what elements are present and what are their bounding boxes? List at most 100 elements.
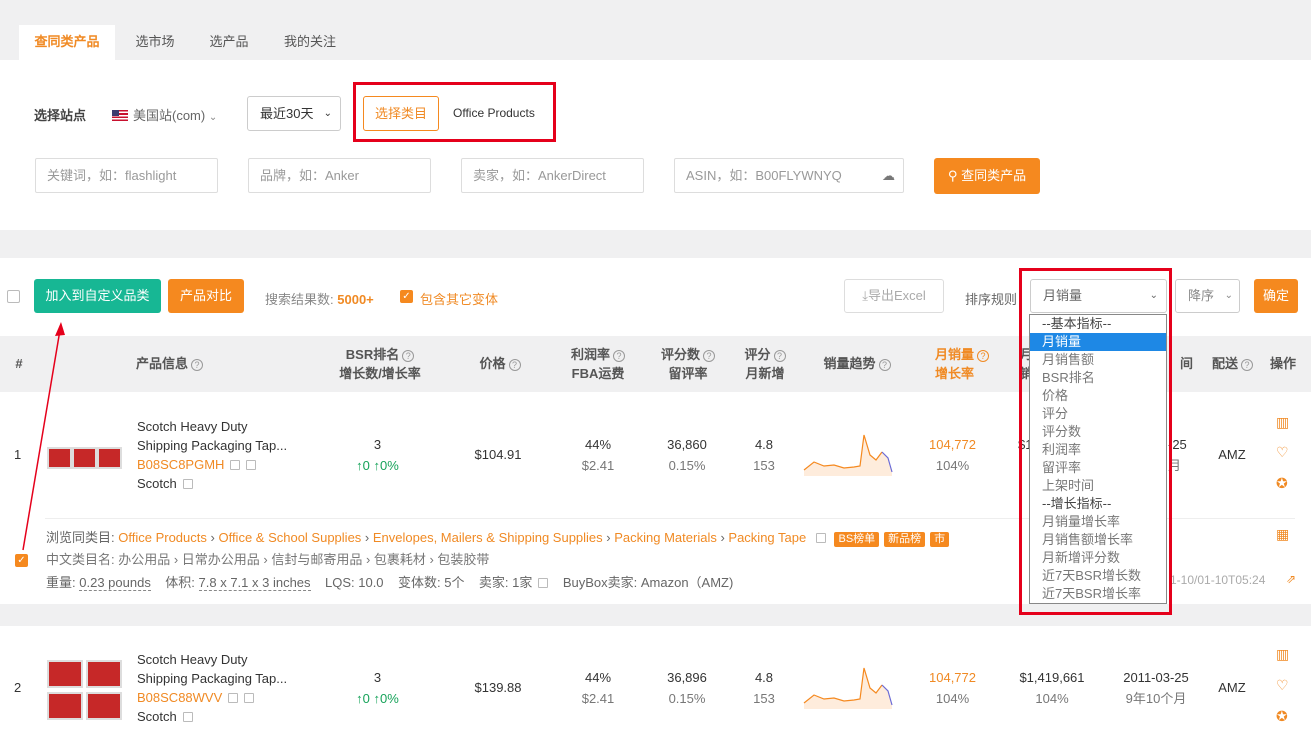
tape-box-image [97, 447, 122, 469]
product-title-line1[interactable]: Scotch Heavy Duty [137, 417, 287, 436]
category-link[interactable]: Envelopes, Mailers & Shipping Supplies [373, 530, 603, 545]
us-flag-icon [112, 110, 128, 121]
tape-box-image [47, 660, 83, 688]
margin-cell: 44% $2.41 [581, 670, 615, 706]
tape-box-image [86, 660, 122, 688]
external-link-icon[interactable] [815, 533, 826, 543]
search-same-category-button[interactable]: ⚲ 查同类产品 [934, 158, 1040, 194]
upload-cloud-icon[interactable]: ☁ [882, 159, 895, 192]
compass-icon[interactable]: ✪ [1276, 708, 1288, 725]
col-rating[interactable]: 评分? 月新增 [730, 345, 800, 383]
col-product-info: 产品信息? [136, 354, 204, 373]
brand: Scotch [137, 707, 287, 726]
col-price[interactable]: 价格? [460, 354, 540, 373]
tab-same-category[interactable]: 查同类产品 [19, 25, 115, 60]
product-title-line2[interactable]: Shipping Packaging Tap... [137, 669, 287, 688]
sales-trend-sparkline[interactable] [802, 663, 894, 711]
col-margin[interactable]: 利润率? FBA运费 [558, 345, 638, 383]
site-label: 选择站点 [34, 108, 87, 123]
external-link-icon[interactable] [182, 712, 193, 722]
calculator-icon[interactable]: ▦ [1276, 526, 1289, 543]
product-info: Scotch Heavy Duty Shipping Packaging Tap… [137, 417, 287, 493]
asin-input[interactable]: ASIN，如：B00FLYWNYQ ☁ [674, 158, 904, 193]
asin-link: B08SC8PGMH [137, 455, 287, 474]
col-date-fragment: 间 [1180, 356, 1194, 371]
bsr-cell: 3 ↑0 ↑0% [356, 437, 399, 473]
highlight-box-sort [1019, 268, 1172, 615]
row-checkbox[interactable]: ✓ [15, 554, 28, 567]
tape-box-image [47, 447, 72, 469]
col-sales-trend: 销量趋势? [812, 354, 902, 373]
reviews-cell: 36,860 0.15% [667, 437, 707, 473]
external-link-icon[interactable] [538, 578, 549, 588]
chevron-down-icon: ⌄ [208, 112, 218, 123]
col-monthly-sales[interactable]: 月销量? 增长率 [935, 345, 990, 383]
tab-products[interactable]: 选产品 [195, 25, 263, 60]
external-link-icon[interactable] [182, 479, 193, 489]
category-link[interactable]: Office Products [118, 530, 207, 545]
sales-trend-sparkline[interactable] [802, 430, 894, 478]
new-rank-tag[interactable]: 新品榜 [884, 532, 926, 547]
bs-rank-tag[interactable]: BS榜单 [834, 532, 880, 547]
tab-market[interactable]: 选市场 [121, 25, 189, 60]
rating-cell: 4.8 153 [753, 437, 775, 473]
tape-box-image [72, 447, 97, 469]
help-icon: ? [977, 350, 990, 362]
heart-icon[interactable]: ♡ [1276, 444, 1289, 461]
browse-category-path: 浏览同类目: Office Products › Office & School… [46, 527, 950, 547]
product-title-line2[interactable]: Shipping Packaging Tap... [137, 436, 287, 455]
category-link[interactable]: Packing Materials [614, 530, 717, 545]
tab-bar: 查同类产品 选市场 选产品 我的关注 [0, 0, 1311, 60]
heart-icon[interactable]: ♡ [1276, 677, 1289, 694]
category-link[interactable]: Office & School Supplies [218, 530, 361, 545]
row-number: 2 [14, 680, 22, 695]
row-number: 1 [14, 447, 22, 462]
include-variants-checkbox[interactable]: ✓ [400, 290, 413, 303]
keyword-input[interactable]: 关键词，如：flashlight [35, 158, 218, 193]
bsr-cell: 3 ↑0 ↑0% [356, 670, 399, 706]
confirm-sort-button[interactable]: 确定 [1254, 279, 1298, 313]
chart-bars-icon[interactable]: ▥ [1276, 414, 1289, 431]
external-link-icon[interactable] [228, 693, 239, 703]
monthly-sales-cell: 104,772 104% [929, 670, 976, 706]
tab-my-follow[interactable]: 我的关注 [270, 25, 350, 60]
chinese-category-path: 中文类目名: 办公用品 › 日常办公用品 › 信封与邮寄用品 › 包裹耗材 › … [46, 552, 490, 567]
chevron-down-icon: ⌄ [1224, 290, 1233, 301]
col-num: # [15, 356, 23, 371]
order-select[interactable]: 降序 ⌄ [1175, 279, 1240, 313]
col-reviews[interactable]: 评分数? 留评率 [648, 345, 728, 383]
brand: Scotch [137, 474, 287, 493]
help-icon: ? [613, 350, 625, 362]
add-custom-category-button[interactable]: 加入到自定义品类 [34, 279, 161, 313]
period-select[interactable]: 最近30天 ⌄ [247, 96, 341, 131]
compare-products-button[interactable]: 产品对比 [168, 279, 244, 313]
col-bsr[interactable]: BSR排名? 增长数/增长率 [325, 345, 435, 383]
site-select[interactable]: 美国站(com) ⌄ [112, 105, 217, 124]
search-icon: ⚲ [947, 168, 958, 183]
brand-input[interactable]: 品牌，如：Anker [248, 158, 431, 193]
compass-icon[interactable]: ✪ [1276, 475, 1288, 492]
tape-box-image [86, 692, 122, 720]
monthly-revenue-cell: $1,419,661 104% [1019, 670, 1085, 706]
chart-bars-icon[interactable]: ▥ [1276, 646, 1289, 663]
help-icon: ? [402, 350, 415, 362]
asin-link: B08SC88WVV [137, 688, 287, 707]
margin-cell: 44% $2.41 [581, 437, 615, 473]
external-link-icon[interactable] [230, 460, 241, 470]
category-link[interactable]: Packing Tape [728, 530, 806, 545]
reviews-cell: 36,896 0.15% [667, 670, 707, 706]
chat-icon[interactable] [246, 460, 257, 470]
share-icon[interactable]: ⇗ [1286, 572, 1296, 586]
tape-box-image [47, 692, 83, 720]
seller-input[interactable]: 卖家，如：AnkerDirect [461, 158, 644, 193]
export-excel-button[interactable]: ⤓导出Excel [844, 279, 944, 313]
help-icon: ? [508, 359, 521, 371]
product-attributes: 重量: 0.23 pounds 体积: 7.8 x 7.1 x 3 inches… [46, 575, 734, 591]
chat-icon[interactable] [244, 693, 255, 703]
launch-date-cell: -25 月 [1168, 437, 1187, 473]
highlight-box-category [353, 82, 556, 142]
product-title-line1[interactable]: Scotch Heavy Duty [137, 650, 287, 669]
select-all-checkbox[interactable] [7, 290, 20, 303]
help-icon: ? [191, 359, 204, 371]
market-tag[interactable]: 市 [930, 532, 950, 547]
